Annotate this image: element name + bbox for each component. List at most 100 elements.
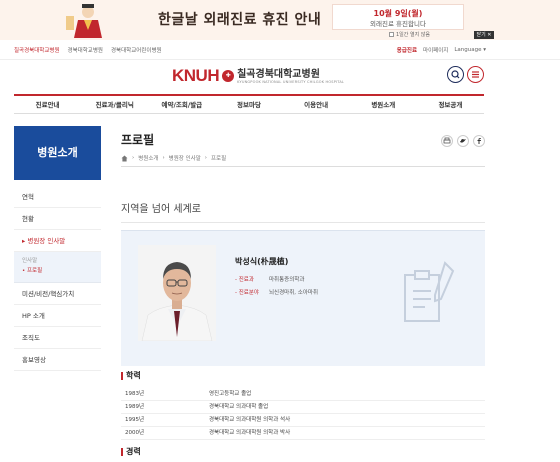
edu-text: 경북대학교 의과대학원 의학과 석사 [209,417,291,423]
career-title: 경력 [126,447,141,456]
banner-close-button[interactable]: 닫기 ✕ [474,31,494,39]
slogan-divider [121,222,485,223]
banner-notice-text: 외래진료 휴진합니다 [370,20,426,28]
sidebar-item-status[interactable]: 현황 [14,208,101,230]
hide-today-label: 1일간 열지 않음 [396,32,430,38]
doctor-dept-key: 진료과 [235,275,263,283]
breadcrumb-sep-icon: › [162,155,165,161]
doctor-name: 박성식(朴晟植) [235,257,289,266]
site-link-knuh[interactable]: 경북대학교병원 [68,46,103,54]
profile-card: 박성식(朴晟植) 진료과 마취통증의학과 진료분야 뇌신경마취, 소아마취 [121,230,485,366]
sidebar-item-org[interactable]: 조직도 [14,327,101,349]
facebook-icon [477,138,481,144]
heading-bar [121,447,123,456]
home-icon[interactable] [121,155,128,162]
logo-name-ko: 칠곡경북대학교병원 [237,68,320,80]
page-title: 프로필 [121,133,155,147]
checkbox-box[interactable] [389,32,394,37]
mypage-link[interactable]: 마이페이지 [423,46,448,54]
doctor-dept-row: 진료과 마취통증의학과 [235,275,305,283]
doctor-field-row: 진료분야 뇌신경마취, 소아마취 [235,288,318,296]
utility-bar: 칠곡경북대학교병원 경북대학교병원 경북대학교어린이병원 응급진료 마이페이지 … [0,40,560,60]
gnb-item-disclosure[interactable]: 정보공개 [417,96,484,113]
gnb-item-departments[interactable]: 진료과/클리닉 [81,96,148,113]
title-divider [121,166,485,167]
breadcrumb-item-profile: 프로필 [210,156,227,162]
education-heading: 학력 [121,370,141,381]
breadcrumb: › 병원소개 › 병원장 인사말 › 프로필 [121,154,226,162]
breadcrumb-item-greeting[interactable]: 병원장 인사말 [169,154,201,162]
slogan: 지역을 넘어 세계로 [121,204,201,215]
edu-year: 1995년 [125,417,145,423]
menu-icon [472,71,479,78]
sidebar: 병원소개 연혁 현황 ▸ 병원장 인사말 인사말 • 프로필 미션/비전/핵심가… [14,126,101,371]
document-pen-icon [404,261,455,322]
career-heading: 경력 [121,446,141,457]
edu-year: 1983년 [125,391,145,397]
facebook-button[interactable] [473,135,485,147]
site-link-chilgok[interactable]: 칠곡경북대학교병원 [14,46,60,54]
logo-name-en: KYUNGPOOK NATIONAL UNIVERSITY CHILGOK HO… [237,79,345,84]
edu-year: 2000년 [125,430,145,436]
breadcrumb-sep-icon: › [132,155,135,161]
edu-year: 1989년 [125,404,145,410]
gnb-item-usage[interactable]: 이용안내 [283,96,350,113]
twitter-button[interactable] [457,135,469,147]
header: KNUH ✚ 칠곡경북대학교병원 KYUNGPOOK NATIONAL UNIV… [0,60,560,94]
site-links: 칠곡경북대학교병원 경북대학교병원 경북대학교어린이병원 [14,46,162,54]
doctor-dept-value: 마취통증의학과 [269,277,305,283]
doctor-field-value: 뇌신경마취, 소아마취 [269,290,319,296]
logo-mark-icon: ✚ [222,70,235,82]
gnb-item-info[interactable]: 정보마당 [215,96,282,113]
sidebar-item-hp[interactable]: HP 소개 [14,305,101,327]
table-row: 2000년 경북대학교 의과대학원 의학과 박사 [121,427,485,440]
sidebar-submenu: 인사말 • 프로필 [14,252,101,283]
gnb-item-about[interactable]: 병원소개 [350,96,417,113]
twitter-icon [460,139,466,143]
education-table: 1983년 영진고등학교 졸업 1989년 경북대학교 의과대학 졸업 1995… [121,388,485,440]
gnb-item-clinic-guide[interactable]: 진료안내 [14,96,81,113]
gnb-item-reservation[interactable]: 예약/조회/발급 [148,96,215,113]
edu-text: 경북대학교 의과대학 졸업 [209,404,269,410]
banner-notice: 10월 9일(월) 외래진료 휴진합니다 [332,4,464,30]
menu-button[interactable] [467,66,484,83]
site-link-children[interactable]: 경북대학교어린이병원 [111,46,162,54]
sidebar-sub-profile-label: 프로필 [27,268,43,274]
site-logo[interactable]: KNUH ✚ 칠곡경북대학교병원 KYUNGPOOK NATIONAL UNIV… [172,66,344,86]
breadcrumb-item-about[interactable]: 병원소개 [138,154,158,162]
table-row: 1995년 경북대학교 의과대학원 의학과 석사 [121,414,485,427]
heading-bar [121,371,123,380]
table-row: 1989년 경북대학교 의과대학 졸업 [121,401,485,414]
sidebar-menu: 연혁 현황 ▸ 병원장 인사말 인사말 • 프로필 미션/비전/핵심가치 HP … [14,186,101,371]
sidebar-item-history[interactable]: 연혁 [14,186,101,208]
doctor-field-key: 진료분야 [235,288,263,296]
education-section: 학력 [121,370,141,381]
search-button[interactable] [447,66,464,83]
sidebar-item-video[interactable]: 홍보영상 [14,349,101,371]
emergency-link[interactable]: 응급진료 [397,46,417,54]
sidebar-item-mission[interactable]: 미션/비전/핵심가치 [14,283,101,305]
king-illustration-icon [66,4,102,38]
language-select[interactable]: Language ▾ [454,47,486,53]
education-title: 학력 [126,371,141,380]
logo-knuh: KNUH [172,66,220,85]
doctor-portrait-image [138,245,216,341]
search-icon [451,70,460,79]
edu-text: 영진고등학교 졸업 [209,391,252,397]
sidebar-sub-greeting[interactable]: 인사말 [14,256,101,266]
banner-title: 한글날 외래진료 휴진 안내 [158,12,322,28]
table-row: 1983년 영진고등학교 졸업 [121,388,485,401]
top-banner[interactable]: 한글날 외래진료 휴진 안내 10월 9일(월) 외래진료 휴진합니다 1일간 … [0,0,560,40]
main-navigation: 진료안내 진료과/클리닉 예약/조회/발급 정보마당 이용안내 병원소개 정보공… [14,94,484,114]
sidebar-item-greeting[interactable]: ▸ 병원장 인사말 [14,230,101,252]
print-icon [443,137,451,144]
sidebar-item-greeting-label: 병원장 인사말 [27,237,66,245]
doctor-photo [138,245,216,341]
print-button[interactable] [441,135,453,147]
hide-today-checkbox[interactable]: 1일간 열지 않음 [389,31,430,38]
edu-text: 경북대학교 의과대학원 의학과 박사 [209,430,291,436]
sidebar-title: 병원소개 [14,126,101,180]
share-buttons [441,135,485,147]
utility-right: 응급진료 마이페이지 Language ▾ [397,46,486,54]
sidebar-sub-profile[interactable]: • 프로필 [14,266,101,276]
